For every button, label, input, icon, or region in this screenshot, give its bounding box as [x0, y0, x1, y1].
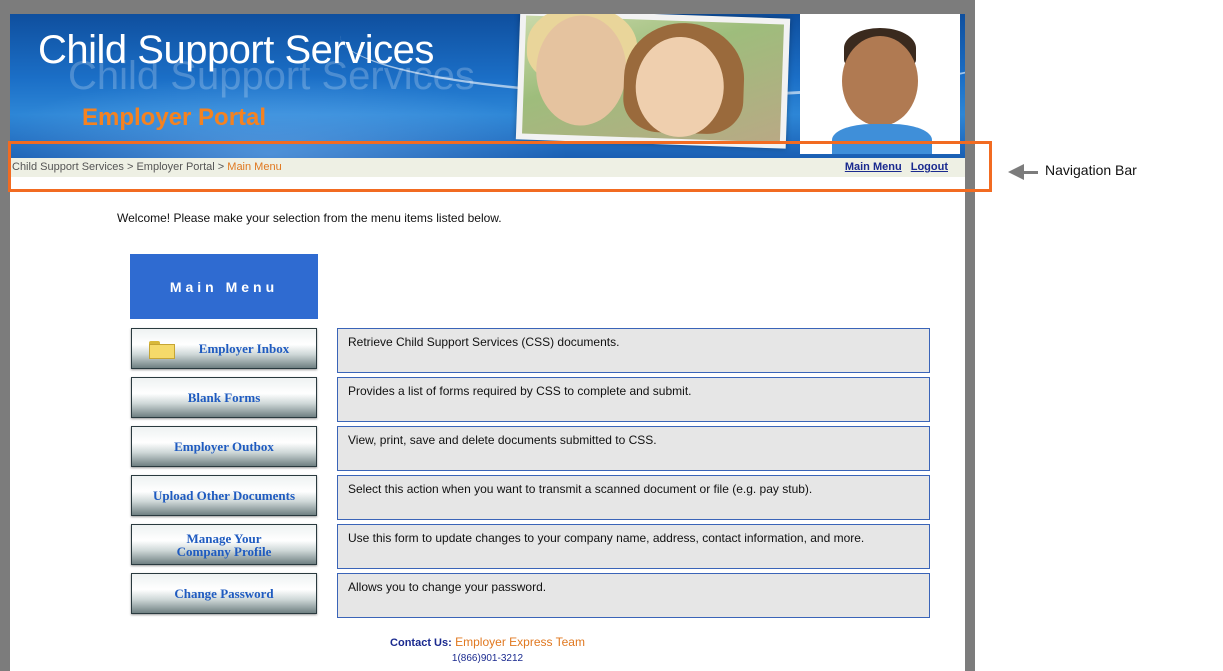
contact-phone: 1(866)901-3212: [451, 653, 524, 664]
portal-page: Child Support Services Child Support Ser…: [10, 14, 965, 671]
contact-line: Contact Us: Employer Express Team: [10, 635, 965, 649]
welcome-message: Welcome! Please make your selection from…: [117, 211, 502, 225]
blank-forms-button[interactable]: Blank Forms: [131, 377, 317, 418]
contact-team-link[interactable]: Employer Express Team: [455, 635, 585, 649]
employer-inbox-description: Retrieve Child Support Services (CSS) do…: [337, 328, 930, 373]
employer-outbox-label: Employer Outbox: [174, 439, 274, 454]
child-face: [842, 36, 918, 126]
employer-inbox-label: Employer Inbox: [198, 341, 290, 356]
header-banner: Child Support Services Child Support Ser…: [10, 14, 965, 158]
change-password-description: Allows you to change your password.: [337, 573, 930, 618]
folder-icon: [149, 341, 175, 359]
employer-outbox-description: View, print, save and delete documents s…: [337, 426, 930, 471]
contact-label: Contact Us:: [390, 637, 452, 649]
manage-company-profile-label: Manage Your Company Profile: [177, 532, 272, 558]
change-password-button[interactable]: Change Password: [131, 573, 317, 614]
blank-forms-description: Provides a list of forms required by CSS…: [337, 377, 930, 422]
arrow-shaft: [1024, 171, 1038, 174]
employer-inbox-button[interactable]: Employer Inbox: [131, 328, 317, 369]
manage-company-profile-description: Use this form to update changes to your …: [337, 524, 930, 569]
brand-subtitle: Employer Portal: [82, 104, 267, 131]
upload-other-documents-label: Upload Other Documents: [152, 488, 296, 503]
family-photo: [515, 14, 791, 149]
change-password-label: Change Password: [174, 586, 274, 601]
navigation-bar-highlight: [8, 141, 992, 192]
upload-other-documents-button[interactable]: Upload Other Documents: [131, 475, 317, 516]
manage-company-profile-line2: Company Profile: [176, 543, 272, 559]
child-photo: [800, 14, 960, 154]
main-menu-heading: Main Menu: [130, 254, 318, 319]
arrow-left-icon: [1008, 164, 1024, 180]
brand-title: Child Support Services: [38, 28, 434, 72]
annotation-label: Navigation Bar: [1045, 162, 1137, 178]
page-frame: Child Support Services Child Support Ser…: [0, 0, 975, 671]
manage-company-profile-button[interactable]: Manage Your Company Profile: [131, 524, 317, 565]
blank-forms-label: Blank Forms: [187, 390, 261, 405]
upload-other-documents-description: Select this action when you want to tran…: [337, 475, 930, 520]
manage-company-profile-line1: Manage Your: [186, 530, 262, 546]
employer-outbox-button[interactable]: Employer Outbox: [131, 426, 317, 467]
